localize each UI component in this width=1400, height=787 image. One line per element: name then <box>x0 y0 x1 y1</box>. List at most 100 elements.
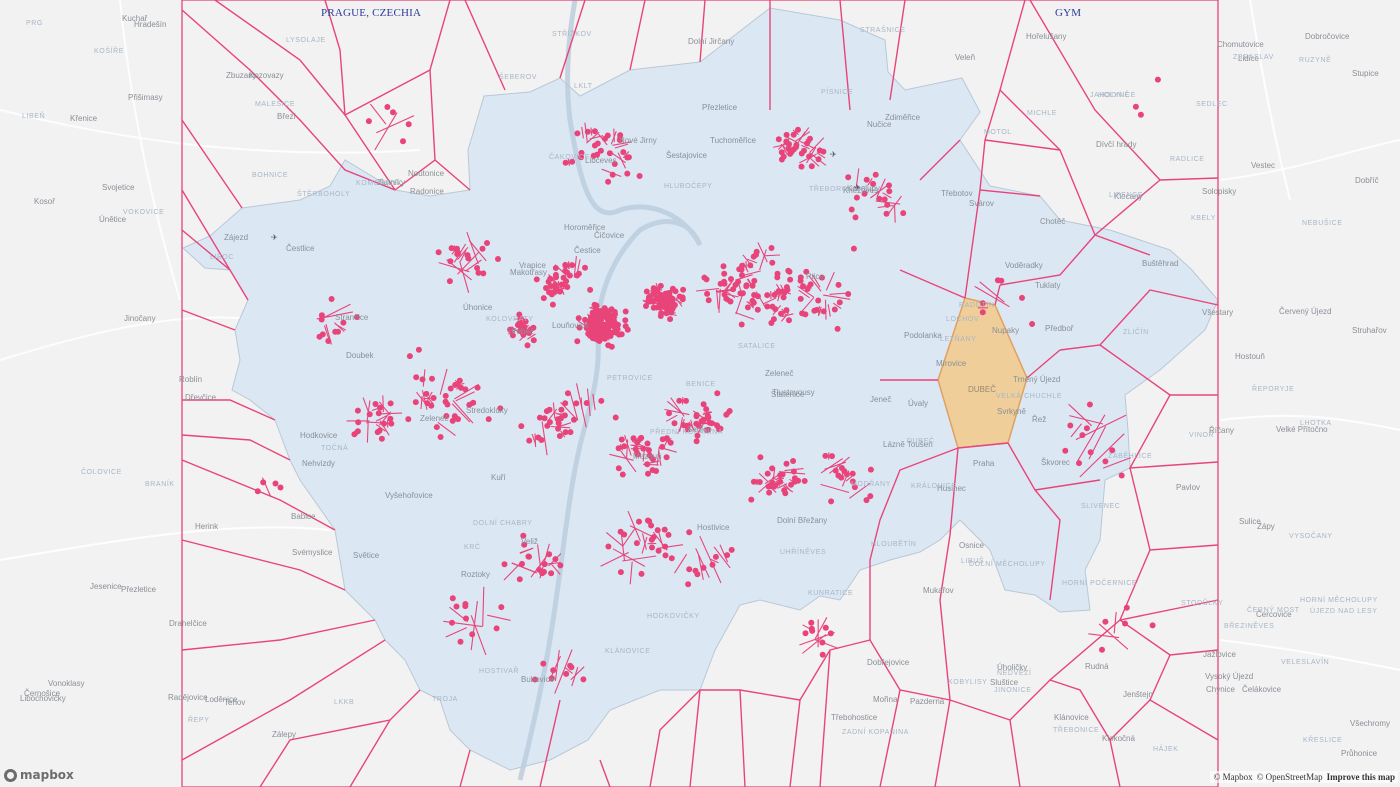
gym-point[interactable] <box>666 410 672 417</box>
gym-point[interactable] <box>747 262 754 269</box>
gym-point[interactable] <box>415 346 422 353</box>
gym-point[interactable] <box>442 398 449 405</box>
gym-point[interactable] <box>633 540 640 547</box>
gym-point[interactable] <box>852 214 859 221</box>
gym-point[interactable] <box>783 307 790 314</box>
gym-point[interactable] <box>649 544 655 551</box>
gym-point[interactable] <box>848 206 855 213</box>
gym-point[interactable] <box>530 337 537 344</box>
gym-point[interactable] <box>714 390 721 397</box>
gym-point[interactable] <box>413 374 420 381</box>
gym-point[interactable] <box>723 411 730 418</box>
gym-point[interactable] <box>643 288 650 295</box>
gym-point[interactable] <box>819 651 826 658</box>
gym-point[interactable] <box>588 314 594 321</box>
gym-point[interactable] <box>498 604 505 611</box>
gym-point[interactable] <box>863 176 870 183</box>
gym-point[interactable] <box>644 461 651 468</box>
gym-point[interactable] <box>387 400 394 407</box>
gym-point[interactable] <box>260 479 267 486</box>
gym-point[interactable] <box>442 392 449 399</box>
gym-point[interactable] <box>714 422 720 429</box>
gym-point[interactable] <box>1123 604 1130 611</box>
gym-point[interactable] <box>787 276 794 283</box>
gym-point[interactable] <box>430 395 437 401</box>
gym-point[interactable] <box>834 325 841 332</box>
gym-point[interactable] <box>549 301 556 308</box>
gym-point[interactable] <box>808 625 815 632</box>
gym-point[interactable] <box>769 465 776 472</box>
gym-point[interactable] <box>609 171 616 178</box>
gym-point[interactable] <box>663 454 670 461</box>
gym-point[interactable] <box>575 270 582 277</box>
gym-point[interactable] <box>886 188 893 195</box>
gym-point[interactable] <box>1087 449 1094 456</box>
gym-point[interactable] <box>552 556 559 563</box>
gym-point[interactable] <box>853 194 860 201</box>
gym-point[interactable] <box>574 338 581 345</box>
gym-point[interactable] <box>820 308 827 315</box>
gym-point[interactable] <box>583 400 590 406</box>
gym-point[interactable] <box>797 295 804 302</box>
gym-point[interactable] <box>676 397 683 404</box>
gym-point[interactable] <box>620 149 627 156</box>
gym-point[interactable] <box>584 128 591 135</box>
gym-point[interactable] <box>405 416 412 423</box>
gym-point[interactable] <box>621 443 628 450</box>
gym-point[interactable] <box>605 178 612 185</box>
gym-point[interactable] <box>831 306 838 313</box>
gym-point[interactable] <box>739 262 746 269</box>
gym-point[interactable] <box>783 460 790 467</box>
gym-point[interactable] <box>703 276 710 283</box>
gym-point[interactable] <box>782 490 789 497</box>
gym-point[interactable] <box>405 121 412 128</box>
gym-point[interactable] <box>723 295 730 302</box>
gym-point[interactable] <box>771 291 778 298</box>
gym-point[interactable] <box>748 496 755 503</box>
gym-point[interactable] <box>328 296 335 302</box>
gym-point[interactable] <box>449 619 455 626</box>
gym-point[interactable] <box>650 304 657 311</box>
gym-point[interactable] <box>775 136 782 143</box>
gym-point[interactable] <box>1019 294 1025 301</box>
gym-point[interactable] <box>536 414 543 421</box>
gym-point[interactable] <box>795 126 801 133</box>
gym-point[interactable] <box>884 201 891 208</box>
gym-point[interactable] <box>365 118 372 125</box>
gym-point[interactable] <box>799 310 806 317</box>
gym-point[interactable] <box>790 131 797 138</box>
gym-point[interactable] <box>774 270 781 277</box>
gym-point[interactable] <box>617 569 624 576</box>
gym-point[interactable] <box>593 302 600 309</box>
gym-point[interactable] <box>526 437 533 444</box>
gym-point[interactable] <box>867 466 874 473</box>
gym-point[interactable] <box>728 276 734 282</box>
gym-point[interactable] <box>815 297 822 304</box>
gym-point[interactable] <box>563 278 570 285</box>
gym-point[interactable] <box>738 321 745 328</box>
gym-point[interactable] <box>786 268 793 275</box>
gym-point[interactable] <box>622 308 629 315</box>
gym-point[interactable] <box>1137 111 1144 118</box>
gym-point[interactable] <box>645 470 651 477</box>
gym-point[interactable] <box>618 436 625 443</box>
gym-point[interactable] <box>470 399 477 406</box>
gym-point[interactable] <box>624 154 631 161</box>
gym-point[interactable] <box>587 286 594 293</box>
gym-point[interactable] <box>587 321 594 328</box>
gym-point[interactable] <box>802 630 809 637</box>
gym-point[interactable] <box>1132 103 1139 110</box>
gym-point[interactable] <box>546 419 553 426</box>
gym-point[interactable] <box>429 375 435 382</box>
gym-point[interactable] <box>351 431 358 438</box>
gym-point[interactable] <box>613 329 620 336</box>
gym-point[interactable] <box>662 552 669 559</box>
gym-point[interactable] <box>804 286 811 292</box>
gym-point[interactable] <box>536 566 543 573</box>
gym-point[interactable] <box>829 453 835 460</box>
gym-point[interactable] <box>657 313 664 319</box>
gym-point[interactable] <box>784 286 791 293</box>
gym-point[interactable] <box>533 276 540 283</box>
gym-point[interactable] <box>447 258 454 265</box>
gym-point[interactable] <box>994 277 1001 284</box>
